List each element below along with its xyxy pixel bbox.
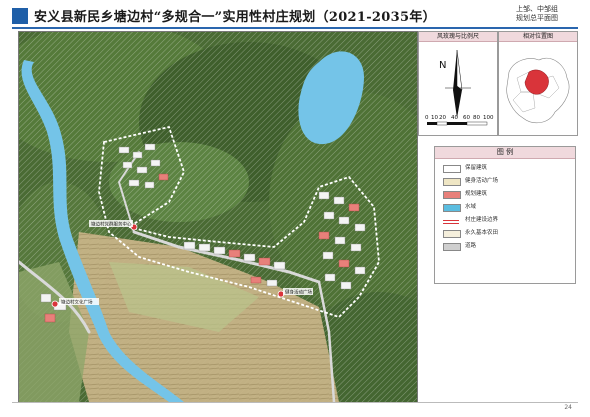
- page-number: 24: [564, 404, 572, 411]
- title-bar: 安义县新民乡塘边村“多规合一”实用性村庄规划（2021-2035年） 上邹、中邹…: [0, 0, 590, 28]
- legend-item: 村庄建设边界: [443, 216, 583, 225]
- water-icon: [443, 204, 461, 212]
- scale-tick-labels: 0 10 20 40 60 80 100: [423, 114, 495, 122]
- planned-building-icon: [443, 191, 461, 199]
- map-label-fitness-square: 健身活动广场: [285, 289, 312, 296]
- legend-label: 村庄建设边界: [465, 217, 499, 223]
- legend-label: 水域: [465, 204, 477, 210]
- location-panel: 相对位置图: [498, 31, 578, 136]
- marker-culture-square: [51, 300, 59, 308]
- retained-building-icon: [443, 165, 461, 173]
- scale-tick: 80: [473, 115, 480, 121]
- compass-panel: 风玫瑰与比例尺 N 0 10 20 40 60 80 100: [418, 31, 498, 136]
- map-label-service-center: 塘边村党群服务中心: [91, 221, 132, 228]
- title-divider: [12, 27, 578, 29]
- legend-label: 永久基本农田: [465, 230, 499, 236]
- map-canvas: 塘边村党群服务中心 塘边村文化广场 健身活动广场: [19, 32, 417, 402]
- boundary-line-icon: [443, 220, 459, 224]
- scale-tick: 0: [425, 115, 429, 121]
- sheet-label-line1: 上邹、中邹组: [516, 5, 558, 13]
- highlight-region: [524, 69, 549, 95]
- aerial-map: 塘边村党群服务中心 塘边村文化广场 健身活动广场: [18, 31, 418, 403]
- location-panel-heading: 相对位置图: [499, 32, 577, 42]
- legend-label: 健身活动广场: [465, 178, 499, 184]
- north-arrow-icon: [445, 49, 471, 118]
- legend-item: 道路: [443, 242, 583, 251]
- legend-label: 道路: [465, 243, 477, 249]
- location-map-graphic: [506, 58, 570, 124]
- farmland-icon: [443, 230, 461, 238]
- scale-tick: 100: [483, 115, 494, 121]
- legend-panel: 图 例 保留建筑 健身活动广场 规划建筑 水域 村庄建设边界 永久基本农田 道路: [434, 146, 576, 284]
- legend-item: 健身活动广场: [443, 177, 583, 186]
- legend-label: 保留建筑: [465, 165, 488, 171]
- title-accent-square: [12, 8, 28, 24]
- fitness-square-icon: [443, 178, 461, 186]
- scale-tick: 40: [451, 115, 458, 121]
- sheet-label: 上邹、中邹组 规划总平面图: [502, 5, 572, 23]
- compass-panel-heading: 风玫瑰与比例尺: [419, 32, 497, 42]
- legend-item: 永久基本农田: [443, 229, 583, 238]
- north-letter: N: [439, 60, 446, 71]
- page-title: 安义县新民乡塘边村“多规合一”实用性村庄规划（2021-2035年）: [34, 10, 436, 25]
- scale-tick: 60: [463, 115, 470, 121]
- legend-heading: 图 例: [435, 147, 575, 159]
- sheet-label-line2: 规划总平面图: [516, 14, 558, 22]
- footer-divider: [12, 402, 578, 403]
- legend-item: 规划建筑: [443, 190, 583, 199]
- legend-item: 水域: [443, 203, 583, 212]
- map-label-culture-square: 塘边村文化广场: [61, 299, 93, 306]
- scale-bar: [427, 121, 488, 126]
- legend-label: 规划建筑: [465, 191, 488, 197]
- scale-tick: 20: [439, 115, 446, 121]
- road-icon: [443, 243, 461, 251]
- legend-item: 保留建筑: [443, 164, 583, 173]
- scale-tick: 10: [431, 115, 438, 121]
